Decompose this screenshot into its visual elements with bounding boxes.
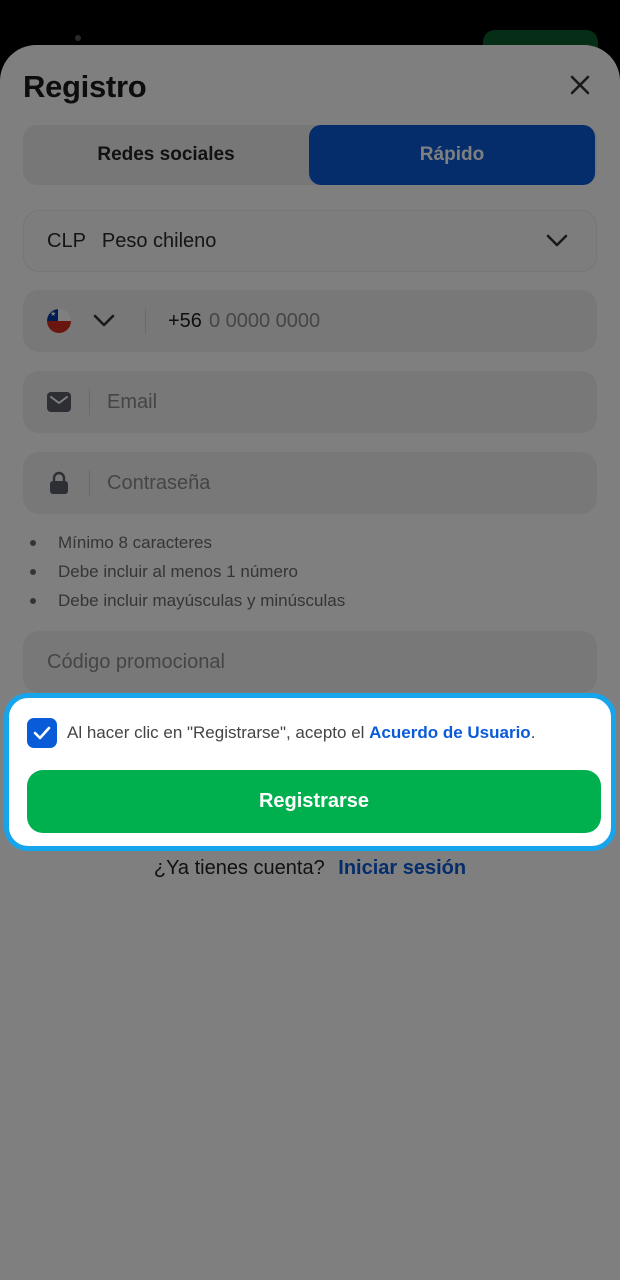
agreement-text: Al hacer clic en "Registrarse", acepto e… [67, 723, 536, 742]
agreement-checkbox[interactable] [27, 718, 57, 748]
agreement-row: Al hacer clic en "Registrarse", acepto e… [27, 718, 535, 748]
dim-overlay [0, 0, 620, 1280]
user-agreement-link[interactable]: Acuerdo de Usuario [369, 723, 531, 742]
highlighted-region: Al hacer clic en "Registrarse", acepto e… [4, 693, 616, 851]
register-button[interactable]: Registrarse [27, 770, 601, 833]
checkmark-icon [33, 726, 51, 740]
